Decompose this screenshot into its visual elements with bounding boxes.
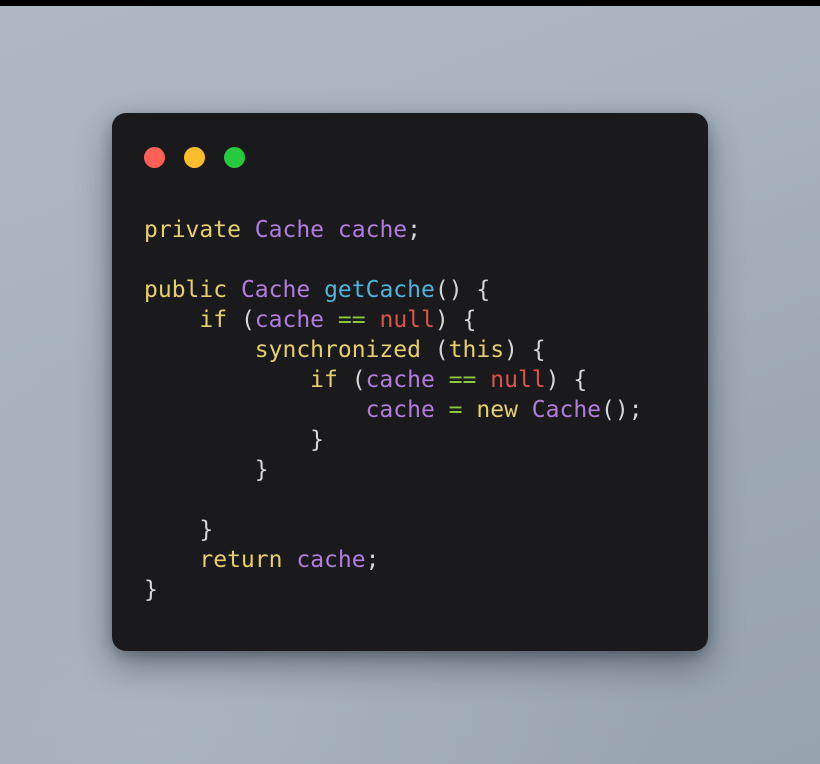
code-line: cache = new Cache(); [144, 395, 708, 425]
code-token-punct: ; [365, 547, 380, 573]
code-token-variable: cache [296, 547, 366, 573]
code-token-type: Cache [254, 217, 325, 243]
code-token-keyword: if [310, 367, 338, 393]
code-line: synchronized (this) { [144, 335, 708, 365]
code-token-punct: (); [601, 397, 643, 423]
code-block[interactable]: private Cache cache; public Cache getCac… [144, 215, 708, 605]
code-token-punct: } [144, 457, 269, 483]
code-line: } [144, 575, 708, 605]
code-token-operator: == [337, 307, 366, 333]
code-token-operator: == [448, 367, 477, 393]
code-token-variable: cache [337, 217, 408, 243]
code-token-punct: ; [407, 217, 422, 243]
code-snippet-window: private Cache cache; public Cache getCac… [112, 113, 708, 651]
code-token-punct: ) { [434, 307, 477, 333]
minimize-button[interactable] [184, 147, 205, 168]
code-token-punct: ( [227, 307, 255, 333]
code-token-function: getCache [324, 277, 435, 303]
code-token-punct: ) { [504, 337, 546, 363]
code-token-keyword: private [144, 217, 241, 243]
code-line: if (cache == null) { [144, 365, 708, 395]
code-line: } [144, 455, 708, 485]
code-token-punct: () { [434, 277, 491, 303]
code-token-variable: cache [254, 307, 325, 333]
code-token-keyword: public [144, 277, 228, 303]
top-black-bar [0, 0, 820, 6]
window-controls [144, 147, 245, 168]
code-token-type: Cache [240, 277, 311, 303]
code-token-operator: = [448, 397, 463, 423]
code-token-punct: } [144, 577, 158, 603]
code-token-keyword: this [448, 337, 505, 363]
code-token-keyword: synchronized [254, 337, 421, 363]
code-token-keyword: new [476, 397, 518, 423]
window-titlebar [112, 113, 708, 193]
code-line: } [144, 425, 708, 455]
code-token-keyword: if [199, 307, 228, 333]
code-line: private Cache cache; [144, 215, 708, 245]
screenshot-stage: private Cache cache; public Cache getCac… [0, 0, 820, 764]
code-line: if (cache == null) { [144, 305, 708, 335]
close-button[interactable] [144, 147, 165, 168]
code-line: } [144, 515, 708, 545]
code-token-punct: ) { [545, 367, 588, 393]
code-token-keyword: return [199, 547, 283, 573]
code-token-type: Cache [531, 397, 602, 423]
code-token-variable: cache [365, 397, 435, 423]
code-token-null: null [379, 307, 435, 333]
code-line: public Cache getCache() { [144, 275, 708, 305]
zoom-button[interactable] [224, 147, 245, 168]
code-token-null: null [490, 367, 546, 393]
code-token-punct: ( [420, 337, 449, 363]
code-token-punct: ( [337, 367, 366, 393]
code-area[interactable]: private Cache cache; public Cache getCac… [112, 193, 708, 651]
code-token-variable: cache [365, 367, 435, 393]
code-token-punct: } [144, 427, 325, 453]
code-token-punct: } [144, 517, 214, 543]
code-line: return cache; [144, 545, 708, 575]
